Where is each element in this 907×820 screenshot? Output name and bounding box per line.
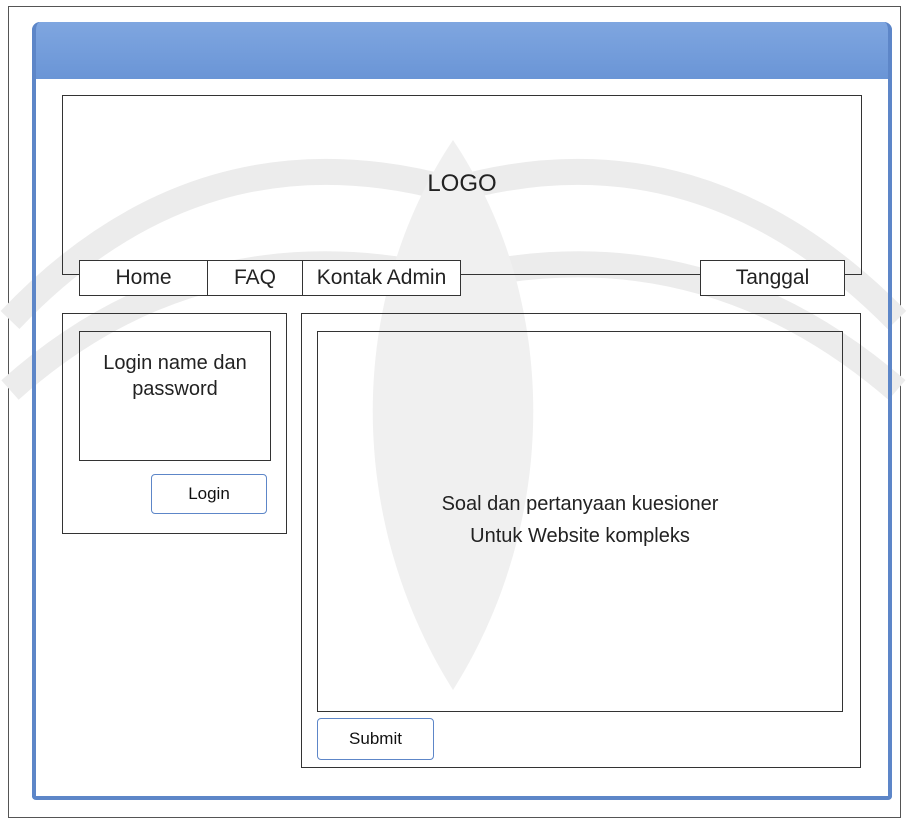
questionnaire-line1: Soal dan pertanyaan kuesioner — [441, 493, 719, 515]
login-field-label-line2: password — [132, 378, 218, 400]
nav-item-kontak-admin[interactable]: Kontak Admin — [302, 260, 461, 296]
login-field-label: Login name dan password — [79, 350, 271, 402]
login-field-label-line1: Login name dan — [103, 352, 247, 374]
login-button[interactable]: Login — [151, 474, 267, 514]
nav-item-faq[interactable]: FAQ — [207, 260, 303, 296]
logo: LOGO — [427, 170, 497, 197]
submit-button[interactable]: Submit — [317, 718, 434, 760]
questionnaire-description: Soal dan pertanyaan kuesioner Untuk Webs… — [317, 488, 843, 552]
questionnaire-line2: Untuk Website kompleks — [470, 525, 690, 547]
nav-item-home[interactable]: Home — [79, 260, 208, 296]
date-display: Tanggal — [700, 260, 845, 296]
